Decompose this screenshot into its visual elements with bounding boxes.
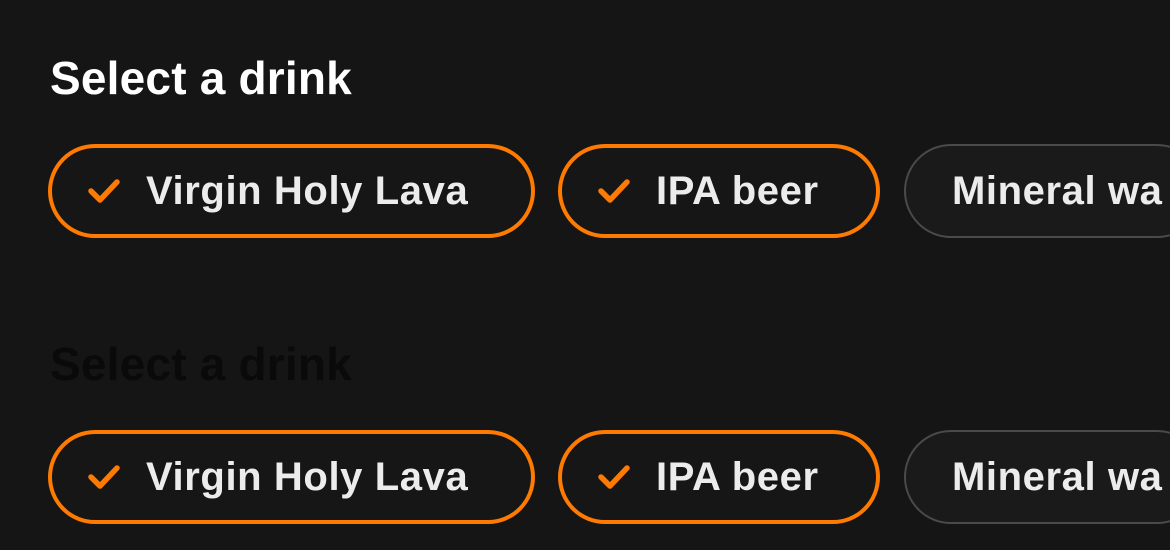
drink-chip-virgin-holy-lava[interactable]: Virgin Holy Lava — [48, 430, 535, 524]
drink-chip-group: Virgin Holy Lava IPA beer Mineral wa — [0, 430, 1170, 526]
drink-chip-virgin-holy-lava[interactable]: Virgin Holy Lava — [48, 144, 535, 238]
drink-chip-label: IPA beer — [656, 455, 819, 499]
drink-chip-label: IPA beer — [656, 169, 819, 213]
drink-chip-mineral-water[interactable]: Mineral wa — [904, 144, 1170, 238]
checkmark-icon — [86, 173, 122, 209]
checkmark-icon — [596, 459, 632, 495]
drink-chip-group: Virgin Holy Lava IPA beer Mineral wa — [0, 144, 1170, 240]
checkmark-icon — [86, 459, 122, 495]
drink-chip-label: Virgin Holy Lava — [146, 455, 469, 499]
section-title: Select a drink — [50, 338, 352, 390]
drink-chip-ipa-beer[interactable]: IPA beer — [558, 430, 880, 524]
drink-chip-label: Mineral wa — [952, 455, 1163, 499]
drink-chip-label: Virgin Holy Lava — [146, 169, 469, 213]
checkmark-icon — [596, 173, 632, 209]
drink-chip-ipa-beer[interactable]: IPA beer — [558, 144, 880, 238]
drink-chip-label: Mineral wa — [952, 169, 1163, 213]
drink-chip-mineral-water[interactable]: Mineral wa — [904, 430, 1170, 524]
section-title: Select a drink — [50, 52, 352, 104]
